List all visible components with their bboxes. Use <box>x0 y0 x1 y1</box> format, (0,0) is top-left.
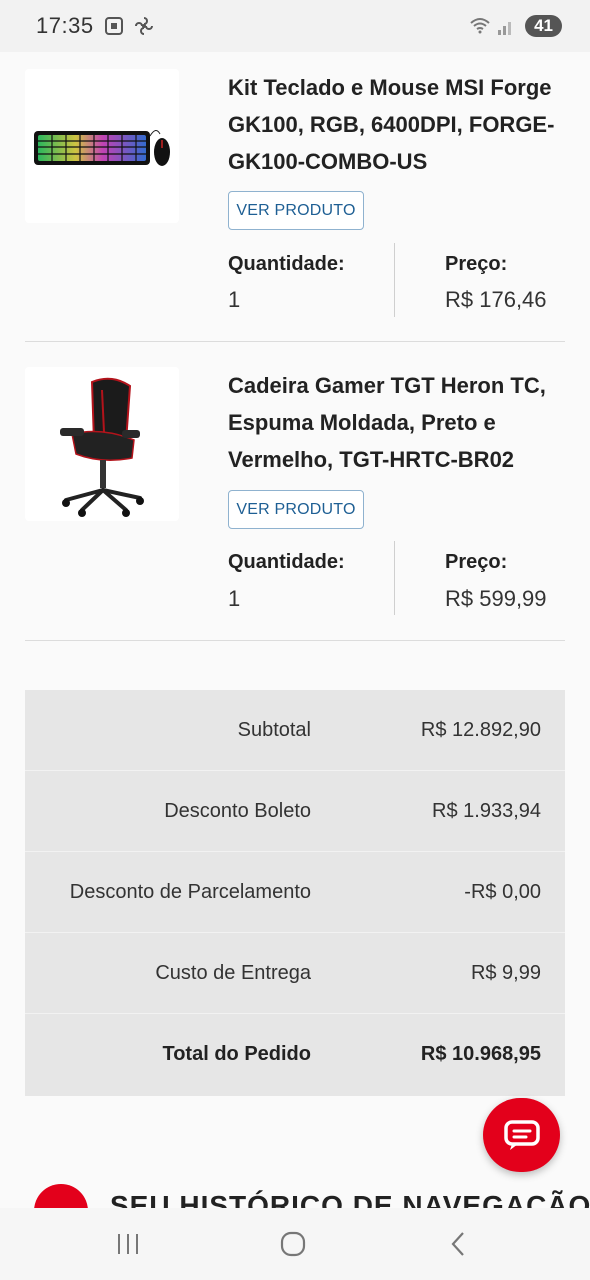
summary-row-boleto-discount: Desconto Boleto R$ 1.933,94 <box>25 771 565 852</box>
product-title[interactable]: Kit Teclado e Mouse MSI Forge GK100, RGB… <box>228 69 573 180</box>
status-time: 17:35 <box>36 13 94 38</box>
home-button[interactable] <box>273 1228 313 1260</box>
screenshot-icon <box>104 16 124 36</box>
divider <box>25 341 565 342</box>
product-item: Kit Teclado e Mouse MSI Forge GK100, RGB… <box>25 69 565 349</box>
price-value: R$ 176,46 <box>445 287 547 312</box>
gamer-chair-image <box>60 377 144 517</box>
price-value: R$ 599,99 <box>445 586 547 611</box>
summary-row-subtotal: Subtotal R$ 12.892,90 <box>25 690 565 771</box>
quantity-label: Quantidade: <box>228 253 345 275</box>
summary-value: R$ 12.892,90 <box>420 719 541 741</box>
summary-label: Total do Pedido <box>162 1043 311 1065</box>
keyboard-mouse-image <box>34 130 170 166</box>
summary-value: R$ 9,99 <box>470 962 541 984</box>
history-icon <box>34 1184 88 1208</box>
column-divider <box>394 541 395 615</box>
system-nav-bar <box>0 1208 590 1280</box>
product-title[interactable]: Cadeira Gamer TGT Heron TC, Espuma Molda… <box>228 367 573 478</box>
order-summary: Subtotal R$ 12.892,90 Desconto Boleto R$… <box>25 690 565 1096</box>
price-label: Preço: <box>445 253 508 275</box>
status-bar: 17:35 41 <box>0 0 590 52</box>
back-button[interactable] <box>438 1228 478 1260</box>
summary-row-total: Total do Pedido R$ 10.968,95 <box>25 1014 565 1095</box>
product-image-keyboard-mouse[interactable] <box>25 69 179 223</box>
status-left: 17:35 <box>36 13 154 39</box>
column-divider <box>394 243 395 317</box>
wifi-icon <box>469 16 490 36</box>
product-image-gamer-chair[interactable] <box>25 367 179 521</box>
summary-row-installment-discount: Desconto de Parcelamento -R$ 0,00 <box>25 852 565 933</box>
price-label: Preço: <box>445 551 508 573</box>
quantity-label: Quantidade: <box>228 551 345 573</box>
summary-value: R$ 1.933,94 <box>432 800 541 822</box>
signal-icon <box>497 16 517 36</box>
summary-row-shipping: Custo de Entrega R$ 9,99 <box>25 933 565 1014</box>
pinwheel-icon <box>134 16 154 36</box>
recent-apps-button[interactable] <box>108 1228 148 1260</box>
summary-label: Desconto de Parcelamento <box>69 881 311 903</box>
quantity-value: 1 <box>228 586 241 611</box>
view-product-button[interactable]: VER PRODUTO <box>228 490 364 529</box>
product-item: Cadeira Gamer TGT Heron TC, Espuma Molda… <box>25 367 565 647</box>
status-right: 41 <box>469 15 562 37</box>
browsing-history-title: SEU HISTÓRICO DE NAVEGAÇÃO <box>110 1190 590 1208</box>
recent-apps-icon <box>118 1234 138 1254</box>
view-product-button[interactable]: VER PRODUTO <box>228 191 364 230</box>
home-icon <box>280 1231 306 1257</box>
divider <box>25 640 565 641</box>
battery-badge: 41 <box>525 15 562 37</box>
summary-label: Desconto Boleto <box>164 800 311 822</box>
chat-button[interactable] <box>483 1098 560 1172</box>
summary-label: Subtotal <box>237 719 311 741</box>
order-content: Kit Teclado e Mouse MSI Forge GK100, RGB… <box>0 52 590 1208</box>
summary-value: -R$ 0,00 <box>464 881 541 903</box>
chat-bubble-icon <box>503 1120 540 1150</box>
browsing-history-section: SEU HISTÓRICO DE NAVEGAÇÃO <box>34 1180 590 1208</box>
summary-value: R$ 10.968,95 <box>420 1043 541 1065</box>
quantity-value: 1 <box>228 287 241 312</box>
summary-label: Custo de Entrega <box>155 962 311 984</box>
back-icon <box>451 1232 464 1256</box>
